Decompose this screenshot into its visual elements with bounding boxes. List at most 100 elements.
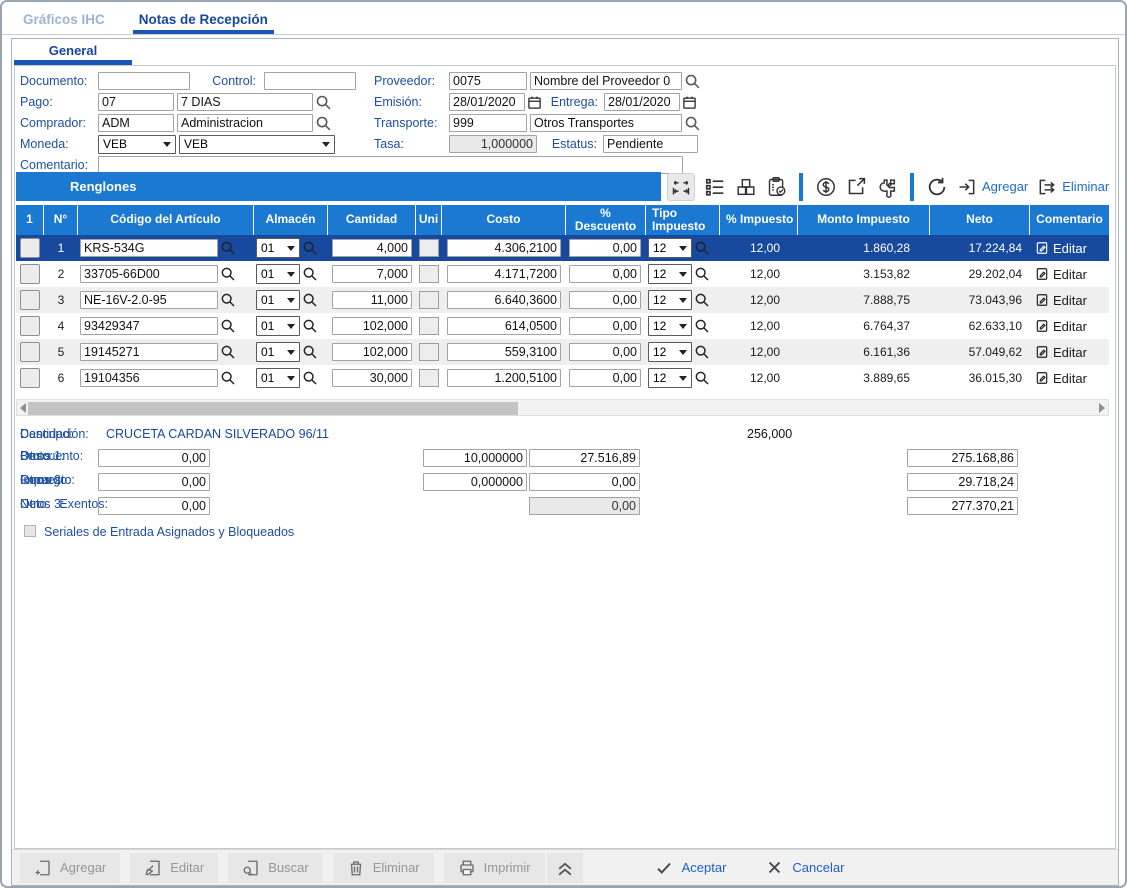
otros1-input[interactable] [98,449,210,467]
scroll-left-icon[interactable] [20,403,26,413]
tax-search-icon[interactable] [694,318,710,334]
article-search-icon[interactable] [220,292,236,308]
renglones-agregar-button[interactable]: Agregar [957,177,1028,197]
article-code-input[interactable] [80,369,218,387]
row-selector[interactable] [20,342,40,362]
cancelar-button[interactable]: Cancelar [766,859,844,876]
tax-type-select[interactable]: 12 [648,264,692,284]
edit-comment-button[interactable]: Editar [1030,267,1087,282]
otros2-input[interactable] [98,473,210,491]
comprador-code-input[interactable] [98,114,174,132]
cost-input[interactable] [447,265,561,283]
row-selector[interactable] [20,238,40,258]
article-search-icon[interactable] [220,370,236,386]
control-input[interactable] [264,72,356,90]
dollar-icon[interactable] [815,176,837,198]
proveedor-name-input[interactable] [530,72,682,90]
tax-search-icon[interactable] [694,266,710,282]
aceptar-button[interactable]: Aceptar [655,859,727,877]
article-code-input[interactable] [80,239,218,257]
tab-notas-de-recepcion[interactable]: Notas de Recepción [133,4,274,34]
otros3-input[interactable] [98,497,210,515]
pago-code-input[interactable] [98,93,174,111]
emision-calendar-icon[interactable] [527,95,542,110]
warehouse-select[interactable]: 01 [256,342,300,362]
warehouse-select[interactable]: 01 [256,316,300,336]
tab-graficos-ihc[interactable]: Gráficos IHC [17,4,111,34]
article-code-input[interactable] [80,291,218,309]
documento-input[interactable] [98,72,190,90]
article-search-icon[interactable] [220,240,236,256]
emision-date-input[interactable] [449,93,525,111]
edit-comment-button[interactable]: Editar [1030,371,1087,386]
edit-comment-button[interactable]: Editar [1030,241,1087,256]
row-selector[interactable] [20,290,40,310]
article-code-input[interactable] [80,265,218,283]
quantity-input[interactable] [332,291,412,309]
comprador-search-icon[interactable] [315,115,332,132]
column-resize-button[interactable] [667,173,695,201]
article-search-icon[interactable] [220,344,236,360]
recargo-pct-input[interactable] [423,473,527,491]
transporte-search-icon[interactable] [684,115,701,132]
horizontal-scrollbar[interactable] [16,399,1109,416]
table-row[interactable]: 4 01 12 12,00 6.764,37 62.633,10 Editar [16,313,1109,339]
warehouse-select[interactable]: 01 [256,238,300,258]
edit-comment-button[interactable]: Editar [1030,345,1087,360]
warehouse-select[interactable]: 01 [256,264,300,284]
cost-input[interactable] [447,317,561,335]
agregar-button[interactable]: Agregar [20,853,120,883]
quantity-input[interactable] [332,369,412,387]
edit-comment-button[interactable]: Editar [1030,319,1087,334]
tax-type-select[interactable]: 12 [648,368,692,388]
discount-input[interactable] [569,369,641,387]
discount-input[interactable] [569,265,641,283]
table-row[interactable]: 2 01 12 12,00 3.153,82 29.202,04 Editar [16,261,1109,287]
warehouse-search-icon[interactable] [302,344,318,360]
row-selector[interactable] [20,264,40,284]
imprimir-button[interactable]: Imprimir [444,853,545,883]
table-row[interactable]: 6 01 12 12,00 3.889,65 36.015,30 Editar [16,365,1109,391]
table-row[interactable]: 5 01 12 12,00 6.161,36 57.049,62 Editar [16,339,1109,365]
clipboard-check-icon[interactable] [766,176,787,197]
moneda-code-select[interactable]: VEB [98,135,176,154]
cost-input[interactable] [447,343,561,361]
warehouse-search-icon[interactable] [302,370,318,386]
article-search-icon[interactable] [220,266,236,282]
warehouse-search-icon[interactable] [302,240,318,256]
tax-type-select[interactable]: 12 [648,238,692,258]
impuesto-input[interactable] [907,473,1018,491]
tax-type-select[interactable]: 12 [648,290,692,310]
discount-input[interactable] [569,291,641,309]
pago-search-icon[interactable] [315,94,332,111]
descuento-pct-input[interactable] [423,449,527,467]
export-icon[interactable] [846,176,867,197]
renglones-eliminar-button[interactable]: Eliminar [1037,177,1109,197]
cost-input[interactable] [447,239,561,257]
proveedor-search-icon[interactable] [684,73,701,90]
transporte-name-input[interactable] [530,114,682,132]
comprador-name-input[interactable] [177,114,313,132]
warehouse-select[interactable]: 01 [256,368,300,388]
list-icon[interactable] [704,176,726,198]
tax-search-icon[interactable] [694,240,710,256]
warehouse-search-icon[interactable] [302,318,318,334]
scrollbar-thumb[interactable] [28,402,518,415]
quantity-input[interactable] [332,265,412,283]
collapse-toolbar-button[interactable] [547,853,583,883]
quantity-input[interactable] [332,239,412,257]
article-code-input[interactable] [80,317,218,335]
warehouse-search-icon[interactable] [302,266,318,282]
edit-comment-button[interactable]: Editar [1030,293,1087,308]
eliminar-button[interactable]: Eliminar [333,853,434,883]
row-selector[interactable] [20,316,40,336]
entrega-date-input[interactable] [604,93,680,111]
warehouse-search-icon[interactable] [302,292,318,308]
tax-type-select[interactable]: 12 [648,342,692,362]
pago-name-input[interactable] [177,93,313,111]
recargo-monto-input[interactable] [529,473,640,491]
seriales-checkbox[interactable] [24,525,36,537]
entrega-calendar-icon[interactable] [682,95,697,110]
moneda-name-select[interactable]: VEB [179,135,335,154]
cost-input[interactable] [447,291,561,309]
